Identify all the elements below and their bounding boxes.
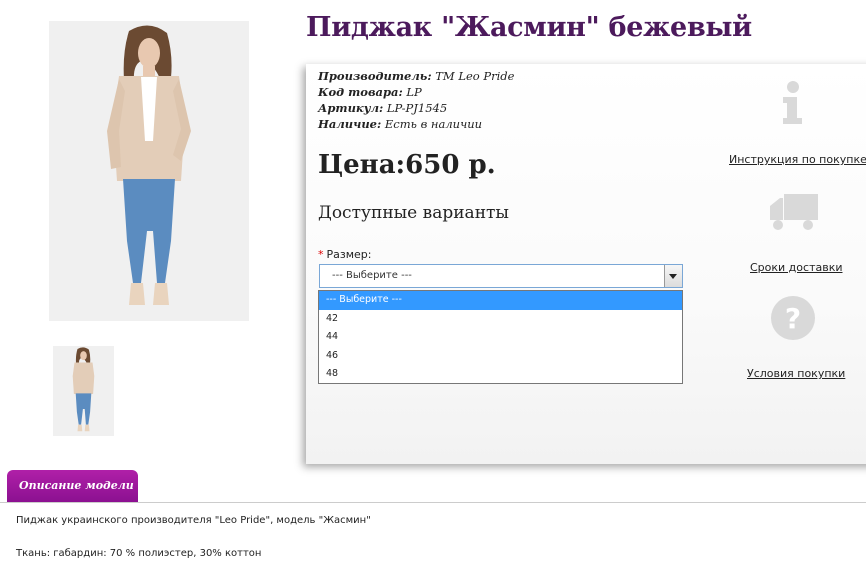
spec-value: Есть в наличии [384, 117, 483, 131]
svg-text:?: ? [785, 302, 801, 335]
size-option-42[interactable]: 42 [319, 310, 682, 329]
spec-manufacturer: Производитель: TM Leo Pride [318, 68, 514, 84]
spec-value: LP [406, 85, 422, 99]
size-option-44[interactable]: 44 [319, 328, 682, 347]
model-photo-illustration [49, 21, 249, 321]
variants-heading: Доступные варианты [318, 203, 509, 223]
product-main-image[interactable] [49, 21, 249, 321]
purchase-instructions-link[interactable]: Инструкция по покупке [729, 153, 866, 166]
spec-availability: Наличие: Есть в наличии [318, 116, 482, 132]
size-select-value: --- Выберите --- [332, 270, 412, 281]
spec-value: LP-PJ1545 [386, 101, 448, 115]
description-line-2: Ткань: габардин: 70 % полиэстер, 30% кот… [16, 548, 262, 559]
chevron-down-icon[interactable] [664, 265, 682, 287]
spec-label: Артикул: [318, 101, 384, 115]
size-label-text: Размер: [326, 248, 372, 261]
tab-description-label: Описание модели [19, 479, 134, 492]
thumbnail-illustration [53, 346, 114, 436]
size-option-48[interactable]: 48 [319, 365, 682, 384]
size-option-placeholder[interactable]: --- Выберите --- [319, 291, 682, 310]
product-title: Пиджак "Жасмин" бежевый [306, 12, 752, 43]
size-dropdown-list: --- Выберите --- 42 44 46 48 [318, 290, 683, 384]
size-option-46[interactable]: 46 [319, 347, 682, 366]
spec-value: TM Leo Pride [435, 69, 515, 83]
spec-product-code: Код товара: LP [318, 84, 422, 100]
tab-description[interactable]: Описание модели [7, 470, 138, 503]
description-line-1: Пиджак украинского производителя "Leo Pr… [16, 515, 371, 526]
truck-icon [770, 194, 818, 230]
product-price: Цена:650 р. [318, 150, 496, 180]
delivery-terms-link[interactable]: Сроки доставки [750, 261, 843, 274]
info-icon [783, 81, 802, 124]
question-icon: ? [771, 296, 815, 340]
size-label: * Размер: [318, 248, 371, 261]
spec-label: Производитель: [318, 69, 432, 83]
required-mark: * [318, 248, 324, 261]
product-thumbnail[interactable] [53, 346, 114, 436]
size-select[interactable]: --- Выберите --- [319, 264, 683, 288]
spec-label: Наличие: [318, 117, 382, 131]
tab-divider [0, 502, 866, 503]
spec-article: Артикул: LP-PJ1545 [318, 100, 447, 116]
spec-label: Код товара: [318, 85, 403, 99]
purchase-terms-link[interactable]: Условия покупки [747, 367, 845, 380]
